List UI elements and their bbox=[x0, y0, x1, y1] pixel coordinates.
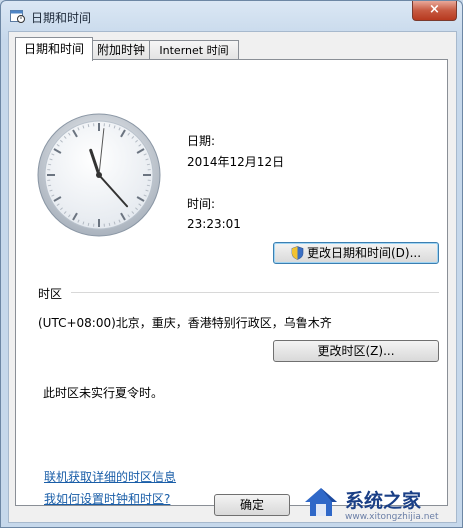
watermark-house-icon bbox=[305, 488, 337, 516]
tab-label: 日期和时间 bbox=[23, 42, 84, 56]
tab-additional-clocks[interactable]: 附加时钟 bbox=[89, 40, 153, 60]
timezone-heading: 时区 bbox=[38, 287, 63, 301]
clock-minute-tick bbox=[87, 222, 90, 226]
change-date-time-button[interactable]: 更改日期和时间(D)... bbox=[273, 242, 439, 264]
clock-minute-tick bbox=[146, 163, 150, 166]
online-timezone-info-link[interactable]: 联机获取详细的时区信息 bbox=[44, 468, 176, 485]
timezone-separator bbox=[71, 292, 439, 293]
close-button[interactable]: × bbox=[412, 1, 457, 21]
clock-minute-tick bbox=[48, 184, 52, 187]
uac-shield-icon bbox=[291, 246, 304, 260]
clock-minute-tick bbox=[108, 124, 111, 128]
change-timezone-label: 更改时区(Z)... bbox=[317, 344, 395, 358]
tab-label: 附加时钟 bbox=[96, 43, 145, 57]
change-date-time-label: 更改日期和时间(D)... bbox=[306, 246, 422, 260]
dst-note: 此时区未实行夏令时。 bbox=[43, 386, 164, 400]
clock-minute-tick bbox=[108, 222, 111, 226]
tab-panel-date-time: 日期: 2014年12月12日 时间: 23:23:01 更改日期和时间(D).… bbox=[15, 59, 448, 506]
dialog-window: 日期和时间 × 日期和时间 附加时钟 Internet 时间 日期: 2014年… bbox=[0, 0, 463, 528]
how-to-set-clock-link[interactable]: 我如何设置时钟和时区? bbox=[44, 490, 170, 507]
tab-internet-time[interactable]: Internet 时间 bbox=[149, 40, 239, 60]
close-icon: × bbox=[429, 2, 440, 17]
window-title: 日期和时间 bbox=[31, 11, 92, 25]
tab-date-time[interactable]: 日期和时间 bbox=[15, 37, 93, 61]
title-bar[interactable]: 日期和时间 × bbox=[1, 1, 462, 31]
ok-label: 确定 bbox=[239, 498, 264, 512]
date-value: 2014年12月12日 bbox=[187, 155, 285, 169]
clock-minute-tick bbox=[87, 124, 90, 128]
date-label: 日期: bbox=[187, 134, 216, 148]
clock-minute-tick bbox=[146, 184, 150, 187]
watermark-url: www.xitongzhijia.net bbox=[345, 512, 439, 522]
ok-button[interactable]: 确定 bbox=[214, 494, 290, 516]
time-value: 23:23:01 bbox=[187, 217, 241, 231]
watermark-logo: 系统之家 www.xitongzhijia.net bbox=[293, 476, 463, 528]
clock-minute-tick bbox=[48, 163, 52, 166]
tab-label: Internet 时间 bbox=[159, 44, 229, 57]
change-timezone-button[interactable]: 更改时区(Z)... bbox=[273, 340, 439, 362]
analog-clock bbox=[37, 113, 161, 237]
watermark-text: 系统之家 bbox=[345, 490, 422, 512]
time-label: 时间: bbox=[187, 197, 216, 211]
timezone-value: (UTC+08:00)北京，重庆，香港特别行政区，乌鲁木齐 bbox=[38, 316, 332, 330]
dialog-body: 日期和时间 附加时钟 Internet 时间 日期: 2014年12月12日 时… bbox=[8, 31, 457, 523]
calendar-clock-icon bbox=[10, 10, 25, 23]
